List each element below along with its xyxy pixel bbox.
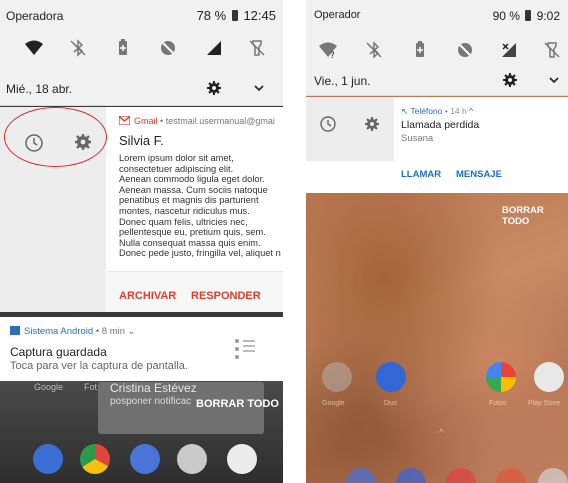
reply-button[interactable]: RESPONDER <box>191 290 261 302</box>
google-folder-icon[interactable] <box>322 362 352 392</box>
snooze-clock-icon[interactable] <box>319 115 337 133</box>
chevron-down-icon[interactable] <box>251 80 267 96</box>
duo-app-icon[interactable] <box>376 362 406 392</box>
missed-call-title: Llamada perdida <box>401 119 480 131</box>
chevron-down-icon[interactable] <box>546 72 562 88</box>
wallpaper-desert <box>306 193 568 483</box>
battery-icon <box>525 10 532 21</box>
missed-call-icon: ↖ <box>401 106 409 116</box>
battery-saver-icon[interactable] <box>410 40 430 60</box>
app-label-google: Google <box>34 382 64 392</box>
bluetooth-off-icon[interactable] <box>364 40 384 60</box>
phone-notification-time: • 14 h <box>444 106 467 116</box>
clock-time: 12:45 <box>243 8 276 23</box>
date-row: Vie., 1 jun. <box>306 70 568 92</box>
gmail-icon <box>118 115 131 126</box>
no-signal-icon[interactable] <box>499 40 519 60</box>
phone-app-name: Teléfono <box>410 106 443 116</box>
screenshot-notification[interactable]: Sistema Android • 8 min ⌄ Captura guarda… <box>0 317 283 381</box>
quick-settings-shade: Operadora 78 % 12:45 Mié., 18 abr. <box>0 0 283 106</box>
carrier-label: Operador <box>314 9 361 21</box>
chrome-app-icon[interactable] <box>80 444 110 474</box>
gmail-actions: ARCHIVAR RESPONDER <box>107 271 283 312</box>
gmail-notification[interactable]: Gmail • testmail.usermanual@gmai Silvia … <box>0 107 283 312</box>
phone-notification-header: ↖ Teléfono • 14 h ^ <box>401 106 473 117</box>
email-sender: Silvia F. <box>119 133 164 148</box>
wifi-question-icon[interactable]: ? <box>318 40 338 61</box>
gmail-content[interactable]: Gmail • testmail.usermanual@gmai Silvia … <box>107 107 283 312</box>
status-right: 78 % 12:45 <box>197 8 276 23</box>
flashlight-off-icon[interactable] <box>247 38 267 58</box>
notification-swipe-options <box>306 97 394 161</box>
status-bar: Operadora 78 % 12:45 <box>0 0 283 30</box>
settings-app-icon[interactable] <box>130 444 160 474</box>
quick-settings-shade: Operador 90 % 9:02 ? Vie., 1 jun. <box>306 0 568 96</box>
call-back-button[interactable]: LLAMAR <box>401 169 441 180</box>
settings-gear-icon[interactable] <box>206 80 222 96</box>
background-notification-sub: posponer notificac <box>110 396 192 407</box>
battery-saver-icon[interactable] <box>113 38 133 58</box>
battery-percent: 90 % <box>492 9 520 23</box>
quick-settings-row: ? <box>306 40 568 66</box>
date-label: Vie., 1 jun. <box>314 74 371 88</box>
date-row: Mié., 18 abr. <box>0 78 283 100</box>
clear-all-button[interactable]: BORRAR TODO <box>196 398 279 410</box>
screenshot-thumbnail <box>233 337 259 367</box>
clock-time: 9:02 <box>536 9 560 23</box>
app-label-play-store: Play Store <box>528 400 561 407</box>
app-label-photos: Fot <box>84 382 98 392</box>
screenshot-time: • 8 min <box>95 326 126 337</box>
do-not-disturb-icon[interactable] <box>158 38 178 58</box>
status-bar: Operador 90 % 9:02 <box>306 0 568 30</box>
gmail-app-icon[interactable] <box>227 444 257 474</box>
notification-swipe-options <box>0 107 107 312</box>
screenshot-app-name: Sistema Android <box>24 326 94 337</box>
screenshot-header: Sistema Android • 8 min ⌄ <box>10 326 136 337</box>
gmail-header: Gmail • testmail.usermanual@gmai <box>118 115 275 126</box>
settings-gear-icon[interactable] <box>502 72 518 88</box>
play-store-app-icon[interactable] <box>534 362 564 392</box>
bluetooth-off-icon[interactable] <box>68 38 88 58</box>
screenshot-title: Captura guardada <box>10 345 107 359</box>
highlight-circle <box>4 107 107 167</box>
app-label-google: Google <box>322 400 345 407</box>
carrier-label: Operadora <box>6 9 64 23</box>
camera-app-icon[interactable] <box>177 444 207 474</box>
phone-app-icon[interactable] <box>33 444 63 474</box>
message-button[interactable]: MENSAJE <box>456 169 502 180</box>
screenshot-subtitle: Toca para ver la captura de pantalla. <box>10 360 188 372</box>
missed-call-notification[interactable]: ↖ Teléfono • 14 h ^ Llamada perdida Susa… <box>306 97 568 193</box>
left-phone-screen: Operadora 78 % 12:45 Mié., 18 abr. Gmail… <box>0 0 283 483</box>
gmail-account: testmail.usermanual@gmai <box>165 116 275 126</box>
background-notification-name: Cristina Estévez <box>110 381 197 395</box>
svg-text:?: ? <box>330 51 335 60</box>
missed-call-caller: Susana <box>401 133 434 144</box>
app-label-photos: Fotos <box>489 400 507 407</box>
do-not-disturb-icon[interactable] <box>455 40 475 60</box>
date-label: Mié., 18 abr. <box>6 82 73 96</box>
image-icon <box>10 326 20 335</box>
notification-settings-gear-icon[interactable] <box>363 115 381 133</box>
wifi-icon[interactable] <box>24 38 44 58</box>
expand-chevron-icon[interactable]: ⌄ <box>128 326 136 337</box>
battery-icon <box>231 10 238 21</box>
app-label-duo: Duo <box>384 400 397 407</box>
battery-percent: 78 % <box>196 8 227 23</box>
photos-app-icon[interactable] <box>486 362 516 392</box>
collapse-chevron-icon[interactable]: ^ <box>469 106 473 116</box>
status-right: 90 % 9:02 <box>493 9 560 23</box>
flashlight-off-icon[interactable] <box>542 40 562 60</box>
clear-all-button[interactable]: BORRAR TODO <box>502 205 568 227</box>
email-body: Lorem ipsum dolor sit amet, consectetuer… <box>119 153 281 259</box>
signal-icon[interactable] <box>204 38 224 58</box>
quick-settings-row <box>0 38 283 64</box>
app-drawer-caret-icon[interactable]: ^ <box>439 428 444 439</box>
right-phone-screen: Operador 90 % 9:02 ? Vie., 1 jun. ↖ Telé… <box>306 0 568 483</box>
archive-button[interactable]: ARCHIVAR <box>119 290 176 302</box>
gmail-app-name: Gmail <box>134 116 158 126</box>
